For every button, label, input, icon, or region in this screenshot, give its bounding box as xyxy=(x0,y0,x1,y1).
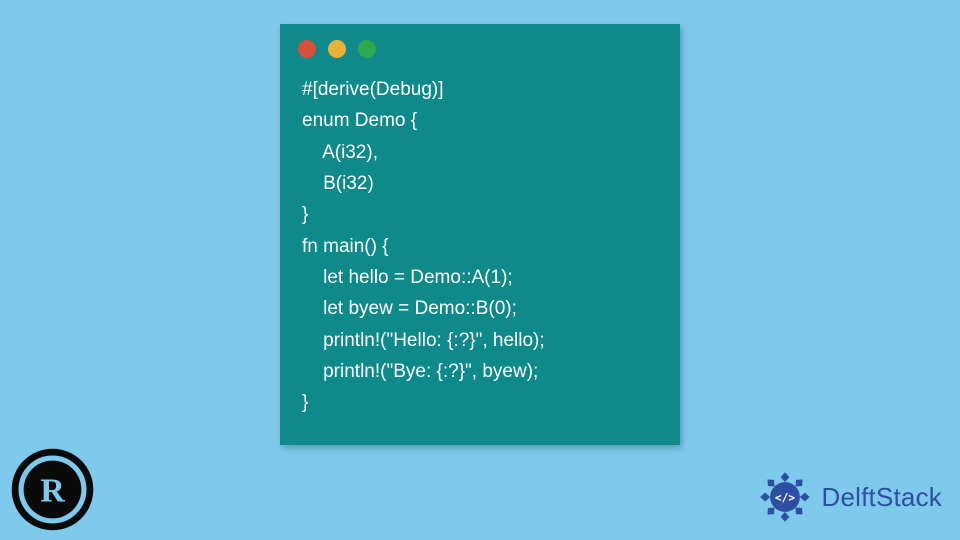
close-dot-icon xyxy=(298,40,316,58)
minimize-dot-icon xyxy=(328,40,346,58)
code-block: #[derive(Debug)] enum Demo { A(i32), B(i… xyxy=(280,66,680,429)
delftstack-brand: </> DelftStack xyxy=(754,466,943,528)
delftstack-logo-icon: </> xyxy=(754,466,816,528)
delftstack-text: DelftStack xyxy=(822,482,943,513)
window-titlebar xyxy=(280,24,680,66)
svg-text:R: R xyxy=(40,472,65,509)
rust-logo-icon: R xyxy=(10,447,95,532)
svg-text:</>: </> xyxy=(774,491,794,504)
code-window: #[derive(Debug)] enum Demo { A(i32), B(i… xyxy=(280,24,680,445)
maximize-dot-icon xyxy=(358,40,376,58)
